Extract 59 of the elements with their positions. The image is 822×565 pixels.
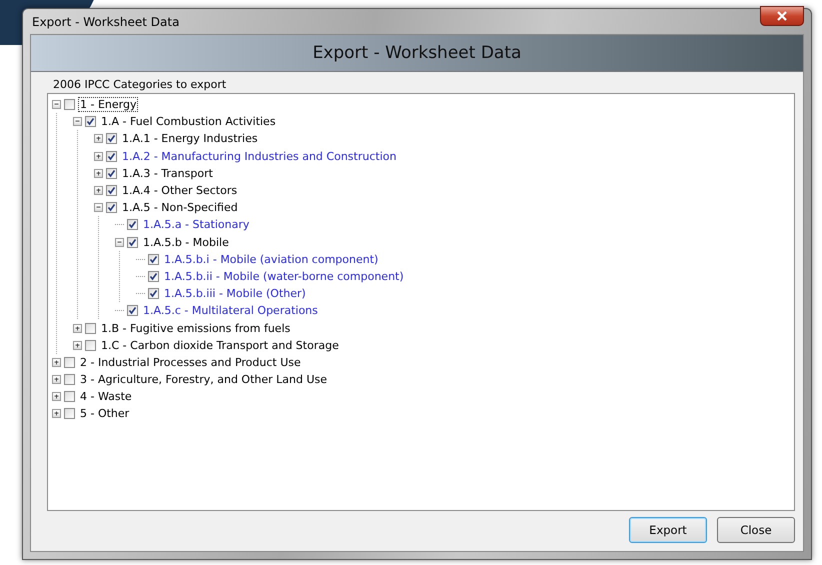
header-title: Export - Worksheet Data <box>312 43 522 63</box>
collapse-icon[interactable] <box>115 238 124 247</box>
tree-item[interactable]: 5 - Other <box>78 406 132 422</box>
checkbox[interactable] <box>64 408 75 420</box>
expand-icon[interactable] <box>94 134 103 144</box>
tree-item[interactable]: 1.C - Carbon dioxide Transport and Storage <box>99 338 341 353</box>
tree-item[interactable]: 1.A.5.b.ii - Mobile (water-borne component) <box>162 268 406 284</box>
tree-item[interactable]: 1.A.5 - Non-Specified <box>120 200 240 216</box>
window-title: Export - Worksheet Data <box>31 14 180 28</box>
tree-item[interactable]: 1.B - Fugitive emissions from fuels <box>99 320 292 336</box>
tree-item[interactable]: 1.A.5.b - Mobile <box>141 234 231 250</box>
collapse-icon[interactable] <box>94 203 103 212</box>
export-button[interactable]: Export <box>629 517 707 543</box>
expand-icon[interactable] <box>73 324 82 333</box>
checkbox[interactable] <box>106 133 117 144</box>
checkbox[interactable] <box>127 219 138 230</box>
tree-item[interactable]: 1.A.1 - Energy Industries <box>120 131 260 146</box>
checkbox[interactable] <box>64 391 75 402</box>
checkbox[interactable] <box>85 322 96 334</box>
checkbox[interactable] <box>148 254 159 265</box>
checkbox[interactable] <box>148 270 159 282</box>
close-button[interactable] <box>760 6 804 26</box>
collapse-icon[interactable] <box>73 117 82 126</box>
collapse-icon[interactable] <box>52 100 61 110</box>
checkbox[interactable] <box>127 236 138 248</box>
checkbox[interactable] <box>64 374 75 386</box>
tree-item[interactable]: 1.A.5.b.i - Mobile (aviation component) <box>162 252 380 267</box>
tree-item[interactable]: 1.A - Fuel Combustion Activities <box>99 114 278 130</box>
checkbox[interactable] <box>106 185 117 196</box>
tree-item[interactable]: 1.A.3 - Transport <box>120 166 215 181</box>
tree-item[interactable]: 1.A.5.c - Multilateral Operations <box>141 303 320 318</box>
expand-icon[interactable] <box>52 358 61 367</box>
checkbox[interactable] <box>127 305 138 316</box>
expand-icon[interactable] <box>52 409 61 418</box>
tree-item[interactable]: 4 - Waste <box>78 389 134 404</box>
group-label: 2006 IPCC Categories to export <box>52 78 228 91</box>
checkbox[interactable] <box>64 99 75 110</box>
expand-icon[interactable] <box>94 152 103 161</box>
tree-item[interactable]: 3 - Agriculture, Forestry, and Other Land Use <box>78 372 330 388</box>
tree-item[interactable]: 1.A.5.b.iii - Mobile (Other) <box>162 286 308 302</box>
checkbox[interactable] <box>85 340 96 351</box>
checkbox[interactable] <box>106 168 117 179</box>
close-dialog-button[interactable]: Close <box>717 517 795 543</box>
expand-icon[interactable] <box>73 340 82 350</box>
checkbox[interactable] <box>106 202 117 214</box>
checkbox[interactable] <box>148 288 159 300</box>
checkbox[interactable] <box>64 356 75 368</box>
checkbox[interactable] <box>106 150 117 162</box>
tree-item[interactable]: 1.A.4 - Other Sectors <box>120 183 240 198</box>
checkbox[interactable] <box>85 116 96 128</box>
expand-icon[interactable] <box>94 186 103 196</box>
tree-item[interactable]: 1 - Energy <box>78 97 138 112</box>
expand-icon[interactable] <box>94 168 103 178</box>
tree-item[interactable]: 1.A.2 - Manufacturing Industries and Construction <box>120 148 398 164</box>
tree-item[interactable]: 2 - Industrial Processes and Product Use <box>78 354 303 370</box>
expand-icon[interactable] <box>52 375 61 384</box>
close-icon <box>776 10 788 20</box>
expand-icon[interactable] <box>52 392 61 402</box>
tree-item[interactable]: 1.A.5.a - Stationary <box>141 217 252 232</box>
